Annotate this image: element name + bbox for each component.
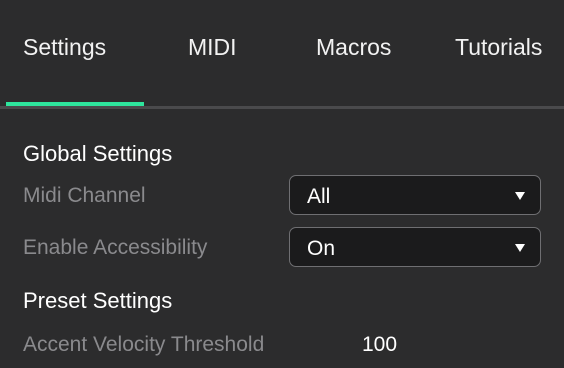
tab-macros[interactable]: Macros bbox=[316, 34, 391, 61]
tab-bar-divider bbox=[0, 106, 564, 109]
midi-channel-label: Midi Channel bbox=[23, 184, 146, 207]
tab-midi[interactable]: MIDI bbox=[188, 34, 237, 61]
global-settings-title: Global Settings bbox=[23, 141, 173, 166]
preset-settings-title: Preset Settings bbox=[23, 288, 173, 313]
chevron-down-icon bbox=[515, 192, 525, 200]
tab-tutorials[interactable]: Tutorials bbox=[455, 34, 542, 61]
tab-settings[interactable]: Settings bbox=[23, 34, 106, 61]
accent-velocity-threshold-label: Accent Velocity Threshold bbox=[23, 333, 265, 356]
chevron-down-icon bbox=[515, 244, 525, 252]
midi-channel-value: All bbox=[307, 185, 331, 208]
enable-accessibility-value: On bbox=[307, 237, 336, 260]
enable-accessibility-label: Enable Accessibility bbox=[23, 236, 208, 259]
midi-channel-dropdown[interactable]: All bbox=[289, 175, 541, 215]
enable-accessibility-dropdown[interactable]: On bbox=[289, 227, 541, 267]
accent-velocity-threshold-value[interactable]: 100 bbox=[362, 333, 397, 357]
tab-bar: Settings MIDI Macros Tutorials bbox=[0, 0, 564, 109]
